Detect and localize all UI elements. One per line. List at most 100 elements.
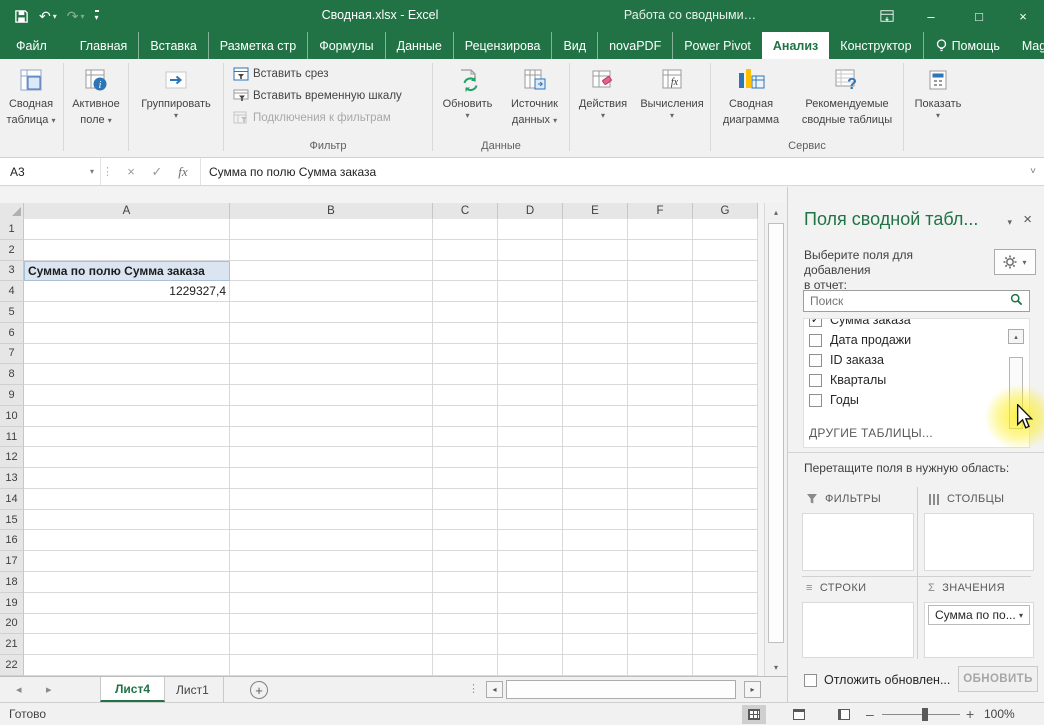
- cell-C2[interactable]: [433, 240, 498, 261]
- cell-G4[interactable]: [693, 281, 758, 302]
- cell-G17[interactable]: [693, 551, 758, 572]
- cell-E7[interactable]: [563, 344, 628, 365]
- cell-A3[interactable]: Сумма по полю Сумма заказа: [24, 261, 230, 282]
- cell-C3[interactable]: [433, 261, 498, 282]
- cell-B7[interactable]: [230, 344, 433, 365]
- cell-F6[interactable]: [628, 323, 693, 344]
- tab-formulas[interactable]: Формулы: [308, 32, 385, 59]
- tab-data[interactable]: Данные: [386, 32, 454, 59]
- cell-G18[interactable]: [693, 572, 758, 593]
- cell-C9[interactable]: [433, 385, 498, 406]
- page-break-view-button[interactable]: [832, 705, 856, 724]
- sheet-nav-left-icon[interactable]: ◂: [16, 683, 22, 696]
- ribbon-display-options-icon[interactable]: [870, 0, 904, 32]
- cell-D18[interactable]: [498, 572, 563, 593]
- cell-C15[interactable]: [433, 510, 498, 531]
- tab-page-layout[interactable]: Разметка стр: [209, 32, 308, 59]
- horizontal-scroll-thumb[interactable]: [506, 680, 736, 699]
- cell-A20[interactable]: [24, 614, 230, 635]
- horizontal-scrollbar[interactable]: ◂ ▸: [486, 680, 768, 699]
- update-button[interactable]: ОБНОВИТЬ: [958, 666, 1038, 692]
- tab-home[interactable]: Главная: [69, 32, 140, 59]
- cell-B13[interactable]: [230, 468, 433, 489]
- values-field-chip[interactable]: Сумма по по... ▾: [928, 605, 1030, 625]
- column-header-A[interactable]: A: [24, 203, 230, 219]
- scroll-right-icon[interactable]: ▸: [744, 681, 761, 698]
- row-header-2[interactable]: 2: [0, 240, 24, 261]
- cell-E2[interactable]: [563, 240, 628, 261]
- column-header-G[interactable]: G: [693, 203, 758, 219]
- customize-qat-icon[interactable]: ▾: [95, 10, 99, 22]
- row-header-19[interactable]: 19: [0, 593, 24, 614]
- field-checkbox[interactable]: [809, 334, 822, 347]
- vertical-scroll-thumb[interactable]: [768, 223, 784, 643]
- cell-A18[interactable]: [24, 572, 230, 593]
- cell-B3[interactable]: [230, 261, 433, 282]
- cell-G11[interactable]: [693, 427, 758, 448]
- cell-D6[interactable]: [498, 323, 563, 344]
- tab-review[interactable]: Рецензирова: [454, 32, 553, 59]
- cell-G20[interactable]: [693, 614, 758, 635]
- cell-G12[interactable]: [693, 447, 758, 468]
- cell-A9[interactable]: [24, 385, 230, 406]
- cell-F16[interactable]: [628, 530, 693, 551]
- values-drop-area[interactable]: Сумма по по... ▾: [924, 602, 1034, 658]
- cell-A2[interactable]: [24, 240, 230, 261]
- field-checkbox[interactable]: [809, 374, 822, 387]
- row-header-9[interactable]: 9: [0, 385, 24, 406]
- cell-A1[interactable]: [24, 219, 230, 240]
- cell-E19[interactable]: [563, 593, 628, 614]
- column-header-F[interactable]: F: [628, 203, 693, 219]
- cell-F10[interactable]: [628, 406, 693, 427]
- cell-G7[interactable]: [693, 344, 758, 365]
- column-header-B[interactable]: B: [230, 203, 433, 219]
- cell-B20[interactable]: [230, 614, 433, 635]
- cell-C16[interactable]: [433, 530, 498, 551]
- cell-B8[interactable]: [230, 364, 433, 385]
- cell-D9[interactable]: [498, 385, 563, 406]
- cell-D15[interactable]: [498, 510, 563, 531]
- cell-A21[interactable]: [24, 634, 230, 655]
- cell-E22[interactable]: [563, 655, 628, 676]
- cell-D7[interactable]: [498, 344, 563, 365]
- zoom-slider-thumb[interactable]: [922, 708, 928, 721]
- row-header-18[interactable]: 18: [0, 572, 24, 593]
- maximize-button[interactable]: □: [962, 0, 996, 32]
- pane-options-dropdown-icon[interactable]: ▾: [1007, 217, 1012, 228]
- cell-D12[interactable]: [498, 447, 563, 468]
- calculations-button[interactable]: fx Вычисления ▾: [638, 63, 706, 120]
- undo-button[interactable]: ↶▾: [39, 8, 57, 25]
- row-header-21[interactable]: 21: [0, 634, 24, 655]
- cell-F17[interactable]: [628, 551, 693, 572]
- tab-power-pivot[interactable]: Power Pivot: [673, 32, 762, 59]
- cell-C5[interactable]: [433, 302, 498, 323]
- columns-drop-area[interactable]: [924, 513, 1034, 571]
- cell-A19[interactable]: [24, 593, 230, 614]
- cell-D13[interactable]: [498, 468, 563, 489]
- insert-timeline-button[interactable]: Вставить временную шкалу: [233, 85, 402, 107]
- cell-A4[interactable]: 1229327,4: [24, 281, 230, 302]
- cell-E20[interactable]: [563, 614, 628, 635]
- cell-E1[interactable]: [563, 219, 628, 240]
- cell-E15[interactable]: [563, 510, 628, 531]
- row-header-17[interactable]: 17: [0, 551, 24, 572]
- undo-dropdown-icon[interactable]: ▾: [53, 12, 57, 21]
- tab-help[interactable]: Помощь: [924, 32, 1011, 59]
- cell-G19[interactable]: [693, 593, 758, 614]
- cell-F3[interactable]: [628, 261, 693, 282]
- cell-F9[interactable]: [628, 385, 693, 406]
- normal-view-button[interactable]: [742, 705, 766, 724]
- cell-A8[interactable]: [24, 364, 230, 385]
- cell-D5[interactable]: [498, 302, 563, 323]
- cell-D2[interactable]: [498, 240, 563, 261]
- cell-C11[interactable]: [433, 427, 498, 448]
- zoom-out-icon[interactable]: –: [866, 706, 874, 722]
- cell-E12[interactable]: [563, 447, 628, 468]
- cell-C12[interactable]: [433, 447, 498, 468]
- zoom-level[interactable]: 100%: [984, 707, 1015, 721]
- vertical-scrollbar[interactable]: ▴ ▾: [764, 203, 786, 676]
- cell-A15[interactable]: [24, 510, 230, 531]
- cell-A13[interactable]: [24, 468, 230, 489]
- row-header-20[interactable]: 20: [0, 614, 24, 635]
- cell-D17[interactable]: [498, 551, 563, 572]
